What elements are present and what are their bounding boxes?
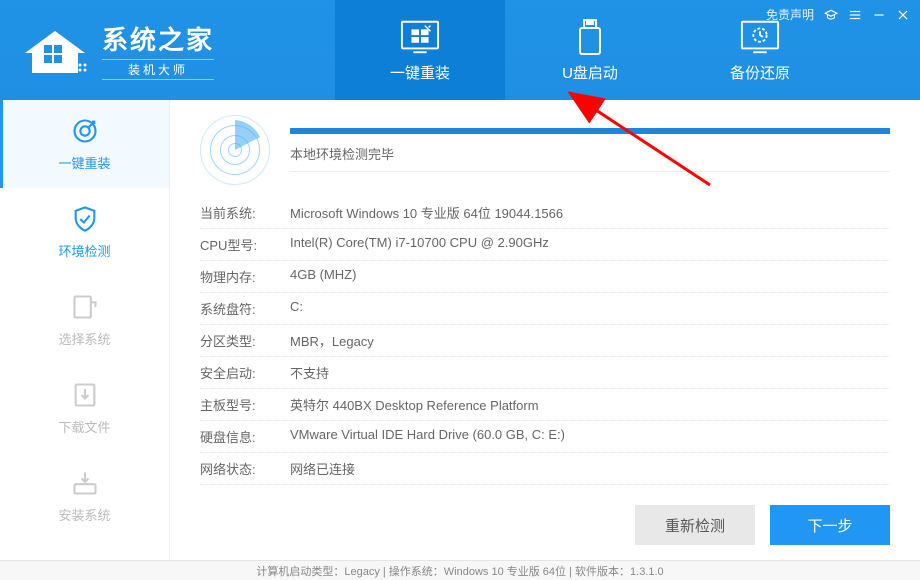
shield-icon: [71, 205, 99, 233]
app-subtitle: 装机大师: [102, 59, 214, 80]
tab-label: U盘启动: [562, 62, 618, 83]
tab-label: 一键重装: [390, 62, 450, 83]
graduation-icon[interactable]: [824, 8, 838, 22]
tab-label: 备份还原: [730, 62, 790, 83]
select-icon: [71, 293, 99, 321]
info-row: 物理内存:4GB (MHZ): [200, 261, 890, 293]
app-title: 系统之家: [102, 20, 214, 57]
install-icon: [71, 469, 99, 497]
sidebar-label: 安装系统: [58, 505, 110, 524]
header: 免责声明 系统之家 装机大师: [0, 0, 920, 100]
rescan-button[interactable]: 重新检测: [635, 505, 755, 545]
windows-install-icon: [400, 18, 440, 56]
tab-reinstall[interactable]: 一键重装: [335, 0, 505, 100]
minimize-button[interactable]: [872, 8, 886, 22]
info-row: 硬盘信息:VMware Virtual IDE Hard Drive (60.0…: [200, 421, 890, 453]
titlebar: 免责声明: [766, 6, 910, 23]
restore-icon: [740, 18, 780, 56]
logo-icon: [20, 23, 90, 78]
disclaimer-link[interactable]: 免责声明: [766, 6, 814, 23]
logo-area: 系统之家 装机大师: [0, 0, 300, 100]
sidebar-item-reinstall[interactable]: 一键重装: [0, 100, 169, 188]
sidebar-label: 选择系统: [58, 329, 110, 348]
progress-bar: [290, 128, 890, 134]
next-button[interactable]: 下一步: [770, 505, 890, 545]
info-row: CPU型号:Intel(R) Core(TM) i7-10700 CPU @ 2…: [200, 229, 890, 261]
info-row: 分区类型:MBR，Legacy: [200, 325, 890, 357]
system-info-list: 当前系统:Microsoft Windows 10 专业版 64位 19044.…: [200, 197, 890, 485]
sidebar-label: 下载文件: [58, 417, 110, 436]
close-button[interactable]: [896, 8, 910, 22]
menu-icon[interactable]: [848, 8, 862, 22]
tab-usb-boot[interactable]: U盘启动: [505, 0, 675, 100]
info-row: 系统盘符:C:: [200, 293, 890, 325]
footer-text: 计算机启动类型：Legacy | 操作系统：Windows 10 专业版 64位…: [256, 563, 663, 579]
sidebar-item-install[interactable]: 安装系统: [0, 452, 169, 540]
sidebar-item-select[interactable]: 选择系统: [0, 276, 169, 364]
scan-status: 本地环境检测完毕: [290, 144, 890, 172]
sidebar-label: 环境检测: [58, 241, 110, 260]
sidebar: 一键重装 环境检测 选择系统 下载文件 安装系统: [0, 100, 170, 560]
info-row: 网络状态:网络已连接: [200, 453, 890, 485]
info-row: 主板型号:英特尔 440BX Desktop Reference Platfor…: [200, 389, 890, 421]
sidebar-item-envcheck[interactable]: 环境检测: [0, 188, 169, 276]
sidebar-label: 一键重装: [58, 153, 110, 172]
download-icon: [71, 381, 99, 409]
info-row: 当前系统:Microsoft Windows 10 专业版 64位 19044.…: [200, 197, 890, 229]
footer: 计算机启动类型：Legacy | 操作系统：Windows 10 专业版 64位…: [0, 560, 920, 580]
target-icon: [71, 117, 99, 145]
usb-icon: [570, 18, 610, 56]
radar-icon: [200, 115, 270, 185]
sidebar-item-download[interactable]: 下载文件: [0, 364, 169, 452]
info-row: 安全启动:不支持: [200, 357, 890, 389]
main-content: 本地环境检测完毕 当前系统:Microsoft Windows 10 专业版 6…: [170, 100, 920, 560]
